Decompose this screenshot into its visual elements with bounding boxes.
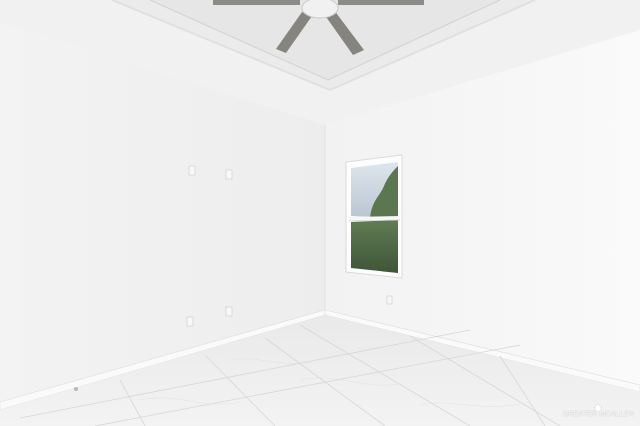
outlet-2 — [225, 306, 233, 317]
fan-blade-right — [338, 0, 424, 5]
wall-plate-2 — [225, 169, 233, 180]
window-trees-lower — [351, 220, 398, 273]
room-photo: GREATER MCALLEN — [0, 0, 640, 426]
watermark-text: GREATER MCALLEN — [562, 411, 634, 418]
doorstop — [74, 387, 78, 391]
fan-blade-left — [213, 0, 300, 5]
wall-plate-1 — [188, 165, 196, 176]
fan-motor — [301, 0, 339, 19]
outlet-3 — [386, 295, 393, 305]
window-meeting-rail — [348, 216, 401, 221]
outlet-1 — [186, 316, 194, 327]
house-logo-icon — [594, 404, 603, 411]
watermark: GREATER MCALLEN — [563, 404, 634, 418]
room-illustration — [0, 0, 640, 426]
window — [345, 154, 403, 279]
